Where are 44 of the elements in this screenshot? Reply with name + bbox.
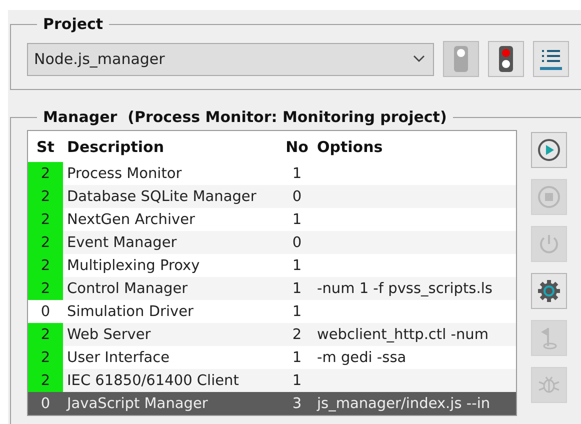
chevron-down-icon bbox=[413, 55, 425, 63]
traffic-light-icon bbox=[499, 46, 513, 72]
table-cell: webclient_http.ctl -num bbox=[313, 323, 516, 346]
power-icon bbox=[537, 232, 561, 256]
traffic-light-button[interactable] bbox=[488, 41, 524, 77]
group-title: Manager (Process Monitor: Monitoring project) bbox=[42, 108, 448, 126]
table-cell: 0 bbox=[281, 231, 313, 254]
status-cell: 2 bbox=[28, 185, 63, 208]
table-cell: -num 1 -f pvss_scripts.ls bbox=[313, 277, 516, 300]
table-cell: Control Manager bbox=[63, 277, 281, 300]
status-cell: 2 bbox=[28, 369, 63, 392]
status-cell: 2 bbox=[28, 231, 63, 254]
table-cell: JavaScript Manager bbox=[63, 392, 281, 415]
play-icon bbox=[537, 138, 561, 162]
table-cell: 3 bbox=[281, 392, 313, 415]
status-cell: 2 bbox=[28, 208, 63, 231]
status-cell: 2 bbox=[28, 277, 63, 300]
table-cell: 1 bbox=[281, 277, 313, 300]
status-cell: 2 bbox=[28, 254, 63, 277]
status-cell: 0 bbox=[28, 392, 63, 415]
table-cell: Web Server bbox=[63, 323, 281, 346]
gear-icon bbox=[537, 279, 561, 303]
status-cell: 2 bbox=[28, 323, 63, 346]
column-header: St bbox=[36, 137, 56, 158]
column-header: No bbox=[284, 137, 310, 158]
settings-button[interactable] bbox=[531, 273, 567, 309]
stop-icon bbox=[537, 185, 561, 209]
column-header: Description bbox=[66, 137, 166, 158]
table-cell: 1 bbox=[281, 369, 313, 392]
table-cell: IEC 61850/61400 Client bbox=[63, 369, 281, 392]
project-dropdown[interactable]: Node.js_manager bbox=[27, 42, 434, 76]
status-cell: 2 bbox=[28, 346, 63, 369]
list-button[interactable] bbox=[533, 41, 569, 77]
group-title: Project bbox=[42, 15, 104, 33]
list-icon bbox=[539, 47, 563, 71]
status-cell: 2 bbox=[28, 162, 63, 185]
column-header: Options bbox=[316, 137, 384, 158]
table-cell: js_manager/index.js --in bbox=[313, 392, 516, 415]
table-cell: 0 bbox=[281, 185, 313, 208]
table-cell: Database SQLite Manager bbox=[63, 185, 281, 208]
start-button[interactable] bbox=[531, 132, 567, 168]
traffic-light-icon bbox=[454, 46, 468, 72]
table-cell: Event Manager bbox=[63, 231, 281, 254]
table-cell: 2 bbox=[281, 323, 313, 346]
